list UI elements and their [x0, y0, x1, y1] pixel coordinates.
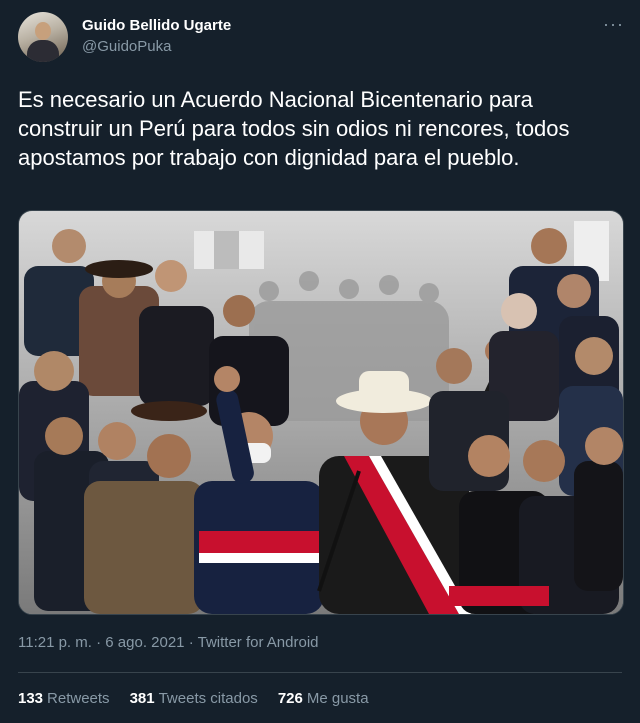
- quotes-count: 381: [129, 690, 155, 707]
- tweet-date[interactable]: 6 ago. 2021: [105, 634, 184, 651]
- tweet-photo[interactable]: [18, 210, 624, 615]
- tweet-meta: 11:21 p. m. · 6 ago. 2021 · Twitter for …: [18, 634, 319, 651]
- divider: [18, 672, 622, 673]
- author-handle[interactable]: @GuidoPuka: [82, 38, 171, 55]
- quotes-stat[interactable]: 381 Tweets citados: [130, 690, 258, 707]
- likes-label: Me gusta: [306, 690, 369, 707]
- avatar-head: [35, 22, 51, 40]
- tweet-header: Guido Bellido Ugarte @GuidoPuka ···: [0, 0, 640, 72]
- meta-separator: ·: [96, 634, 102, 651]
- quotes-label: Tweets citados: [158, 690, 258, 707]
- tweet-stats: 133 Retweets 381 Tweets citados 726 Me gust…: [18, 690, 369, 707]
- flag-left: [194, 231, 264, 269]
- avatar-body: [27, 40, 59, 62]
- tweet-time[interactable]: 11:21 p. m.: [18, 634, 92, 651]
- likes-stat[interactable]: 726 Me gusta: [278, 690, 369, 707]
- retweets-count: 133: [18, 690, 44, 707]
- likes-count: 726: [277, 690, 303, 707]
- photo-collage: [19, 211, 623, 614]
- more-horizontal-icon[interactable]: ···: [603, 14, 624, 35]
- meta-separator: ·: [188, 634, 194, 651]
- retweets-stat[interactable]: 133 Retweets: [18, 690, 110, 707]
- tweet-text: Es necesario un Acuerdo Nacional Bicente…: [18, 87, 570, 170]
- avatar[interactable]: [18, 12, 68, 62]
- retweets-label: Retweets: [47, 690, 110, 707]
- tweet-source[interactable]: Twitter for Android: [198, 634, 319, 651]
- author-name[interactable]: Guido Bellido Ugarte: [82, 17, 231, 34]
